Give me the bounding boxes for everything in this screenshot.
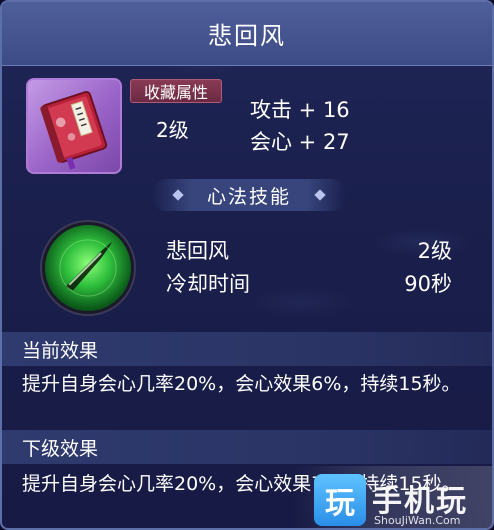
- current-effect-text: 提升自身会心几率20%，会心效果6%，持续15秒。: [22, 373, 461, 395]
- cooldown-label: 冷却时间: [166, 272, 250, 296]
- collection-attribute-tag: 收藏属性: [130, 79, 222, 103]
- green-blade-skill-icon[interactable]: [42, 222, 134, 314]
- title-bar: 悲回风: [2, 2, 492, 66]
- next-effect-header: 下级效果: [2, 430, 492, 464]
- watermark-url: ShouJiWan.Com: [374, 514, 461, 527]
- skill-name: 悲回风: [166, 239, 229, 263]
- item-level: 2级: [156, 118, 189, 142]
- current-effect-header: 当前效果: [2, 332, 492, 366]
- red-tome-icon: [26, 78, 122, 174]
- page-title: 悲回风: [208, 22, 286, 50]
- tooltip-panel: 悲回风 收藏属性 2级 攻击 + 16 会心 + 27 心法技能 悲回风 2级 …: [0, 0, 494, 530]
- stat-attack: 攻击 + 16: [250, 98, 350, 122]
- skill-level: 2级: [417, 239, 452, 263]
- diamond-ornament-icon: [314, 189, 326, 201]
- section-title: 心法技能: [152, 179, 346, 211]
- cooldown-value: 90秒: [404, 272, 452, 296]
- watermark-logo-icon: 玩: [314, 474, 366, 526]
- diamond-ornament-icon: [172, 189, 184, 201]
- stat-critical: 会心 + 27: [250, 130, 350, 154]
